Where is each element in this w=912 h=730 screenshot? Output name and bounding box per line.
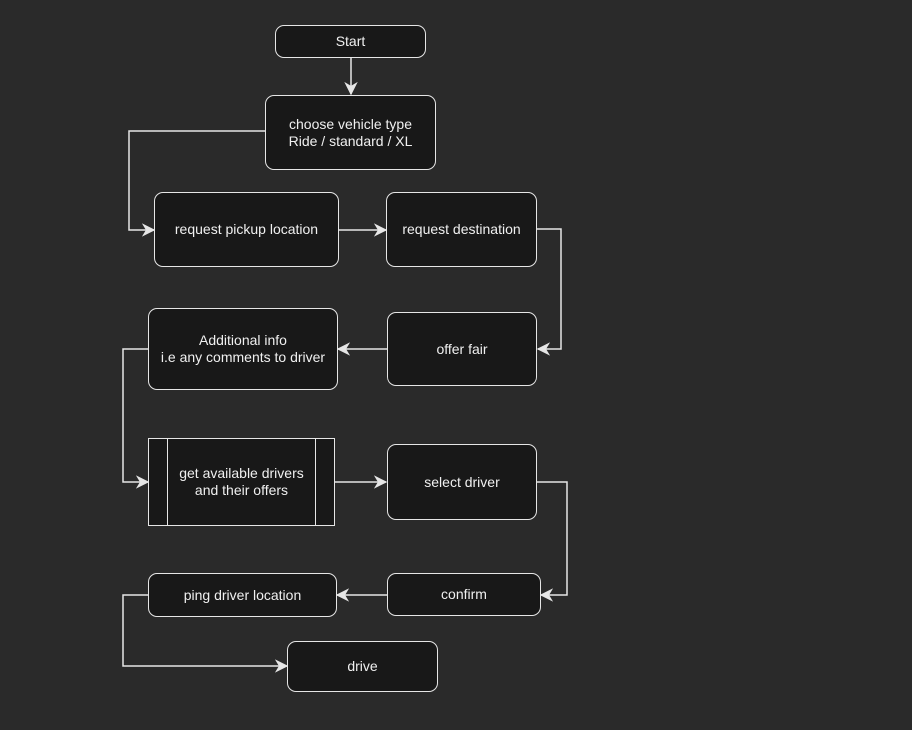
edge-additional-to-drivers (122, 348, 150, 489)
node-choose-vehicle-type[interactable]: choose vehicle type Ride / standard / XL (265, 95, 436, 170)
node-ping-driver-location[interactable]: ping driver location (148, 573, 337, 617)
node-choose-vehicle-type-label: choose vehicle type Ride / standard / XL (288, 115, 413, 149)
node-request-destination-label: request destination (402, 221, 521, 237)
node-select-driver[interactable]: select driver (387, 444, 537, 520)
node-confirm-label: confirm (441, 586, 487, 602)
node-offer-fair-label: offer fair (436, 340, 488, 357)
node-additional-info-label: Additional info i.e any comments to driv… (160, 332, 326, 365)
node-request-pickup-location-label: request pickup location (174, 221, 319, 237)
node-drive[interactable]: drive (287, 641, 438, 692)
edge-select-to-confirm (537, 481, 568, 602)
node-request-pickup-location[interactable]: request pickup location (154, 192, 339, 267)
node-ping-driver-location-label: ping driver location (183, 586, 302, 603)
node-select-driver-label: select driver (424, 473, 500, 490)
node-get-available-drivers-label: get available drivers and their offers (179, 465, 304, 498)
subprocess-left-divider (167, 439, 168, 525)
node-start-label: Start (335, 33, 366, 49)
edge-destination-to-fare (536, 228, 562, 356)
node-offer-fair[interactable]: offer fair (387, 312, 537, 386)
subprocess-right-divider (315, 439, 316, 525)
node-get-available-drivers[interactable]: get available drivers and their offers (148, 438, 335, 526)
node-drive-label: drive (347, 658, 378, 674)
node-confirm[interactable]: confirm (387, 573, 541, 616)
node-additional-info[interactable]: Additional info i.e any comments to driv… (148, 308, 338, 390)
node-start[interactable]: Start (275, 25, 426, 58)
node-request-destination[interactable]: request destination (386, 192, 537, 267)
